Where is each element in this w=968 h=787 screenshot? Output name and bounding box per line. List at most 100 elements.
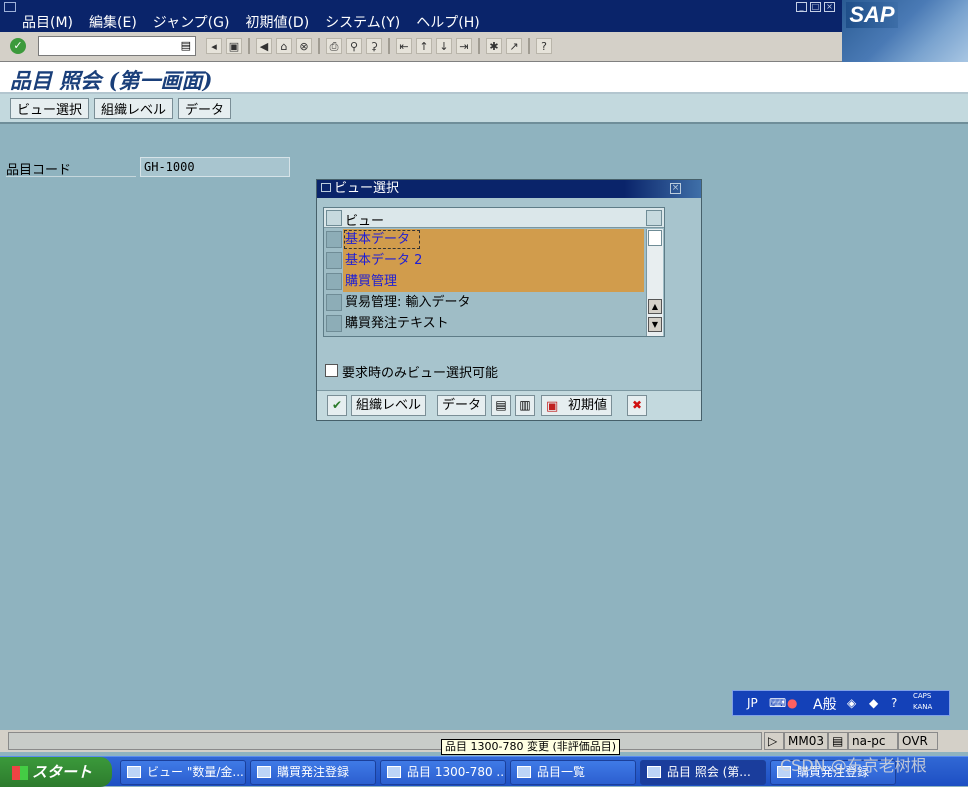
scrollbar-thumb[interactable] — [648, 230, 662, 246]
menu-item-material[interactable]: 品目(M) — [22, 12, 73, 32]
sap-logo: SAP — [842, 0, 968, 62]
row-label: 購買管理 — [343, 271, 644, 292]
status-info-icon[interactable]: ▤ — [828, 732, 848, 750]
taskbar-item-label: 購買発注登録 — [277, 765, 350, 779]
row-selector[interactable] — [326, 273, 342, 290]
minimize-icon[interactable]: _ — [796, 2, 807, 12]
menu-item-help[interactable]: ヘルプ(H) — [416, 12, 479, 32]
menu-item-defaults[interactable]: 初期値(D) — [245, 12, 309, 32]
window-buttons: _ □ × — [796, 2, 835, 12]
sap-window-icon — [387, 766, 401, 778]
taskbar-item[interactable]: 品目 照会 (第... — [640, 760, 766, 785]
keyboard-icon[interactable]: ⌨ — [769, 696, 786, 710]
deselect-all-icon[interactable]: ▥ — [515, 395, 535, 416]
close-icon[interactable]: × — [824, 2, 835, 12]
separator — [248, 38, 250, 54]
row-selector[interactable] — [326, 294, 342, 311]
command-history-icon[interactable]: ▤ — [181, 39, 191, 52]
previous-page-icon[interactable]: ↑ — [416, 38, 432, 54]
menu-items: 品目(M) 編集(E) ジャンプ(G) 初期値(D) システム(Y) ヘルプ(H… — [22, 12, 480, 32]
view-selection-button[interactable]: ビュー選択 — [10, 98, 90, 119]
material-code-field[interactable]: GH-1000 — [140, 157, 290, 177]
watermark: CSDN @东京老树根 — [780, 756, 927, 775]
maximize-icon[interactable]: □ — [810, 2, 821, 12]
sap-window-icon — [517, 766, 531, 778]
row-selector[interactable] — [326, 252, 342, 269]
menu-bar: 品目(M) 編集(E) ジャンプ(G) 初期値(D) システム(Y) ヘルプ(H… — [0, 0, 968, 32]
row-selector[interactable] — [326, 315, 342, 332]
select-all-button[interactable] — [326, 210, 342, 226]
language-indicator[interactable]: JP — [747, 696, 758, 710]
command-field[interactable]: ▤ — [38, 36, 196, 56]
start-button[interactable]: スタート — [0, 757, 112, 787]
dialog-org-level-button[interactable]: 組織レベル — [351, 395, 427, 416]
taskbar-item[interactable]: ビュー "数量/金... — [120, 760, 246, 785]
ime-help-icon[interactable]: ? — [891, 696, 897, 710]
system-menu-icon[interactable] — [4, 2, 16, 12]
taskbar-item-label: 品目一覧 — [537, 765, 586, 779]
sap-window-icon — [257, 766, 271, 778]
dialog-close-icon[interactable]: × — [670, 183, 681, 194]
dialog-defaults-button[interactable]: ▣ 初期値 — [541, 395, 613, 416]
view-table: ビュー 基本データ 1 基本データ 2 購買管理 貿易管理: 輸入データ 購買発… — [323, 207, 665, 337]
print-icon[interactable]: ⎙ — [326, 38, 342, 54]
ime-mode[interactable]: A般 — [813, 694, 837, 714]
dialog-data-button[interactable]: データ — [437, 395, 487, 416]
shortcut-icon[interactable]: ↗ — [506, 38, 522, 54]
save-icon[interactable]: ▣ — [226, 38, 242, 54]
confirm-icon[interactable]: ✔ — [327, 395, 347, 416]
scroll-down-icon[interactable]: ▼ — [648, 317, 662, 332]
scroll-up-icon[interactable]: ▲ — [648, 299, 662, 314]
server-name: na-pc — [848, 732, 898, 750]
table-row[interactable]: 基本データ 2 — [324, 250, 646, 271]
find-icon[interactable]: ⚲ — [346, 38, 362, 54]
table-settings-button[interactable] — [646, 210, 662, 226]
cancel-icon[interactable]: ⊗ — [296, 38, 312, 54]
on-demand-checkbox[interactable] — [325, 364, 338, 377]
sap-logo-text: SAP — [846, 2, 898, 28]
first-page-icon[interactable]: ⇤ — [396, 38, 412, 54]
taskbar-item[interactable]: 品目 1300-780 ... — [380, 760, 506, 785]
sap-window-icon — [127, 766, 141, 778]
cancel-icon[interactable]: ✖ — [627, 395, 647, 416]
back-icon[interactable]: ◀ — [256, 38, 272, 54]
next-page-icon[interactable]: ↓ — [436, 38, 452, 54]
taskbar-item[interactable]: 購買発注登録 — [250, 760, 376, 785]
row-selector[interactable] — [326, 231, 342, 248]
application-toolbar: ビュー選択 組織レベル データ — [0, 94, 968, 124]
enter-icon[interactable]: ✓ — [10, 38, 26, 54]
exit-icon[interactable]: ⌂ — [276, 38, 292, 54]
caps-indicator: CAPS — [913, 692, 932, 700]
table-row[interactable]: 貿易管理: 輸入データ — [324, 292, 646, 313]
windows-logo-icon — [12, 765, 28, 780]
row-label: 基本データ 1 — [343, 229, 421, 268]
table-header: ビュー — [324, 208, 664, 229]
separator — [528, 38, 530, 54]
table-row[interactable]: 購買管理 — [324, 271, 646, 292]
dialog-window-icon — [321, 183, 331, 192]
insert-mode[interactable]: OVR — [898, 732, 938, 750]
table-row[interactable]: 購買発注テキスト — [324, 313, 646, 334]
ime-dictionary-icon[interactable]: ◆ — [869, 696, 878, 710]
org-level-button[interactable]: 組織レベル — [94, 98, 174, 119]
row-label: 基本データ 2 — [343, 250, 644, 271]
ime-tool-icon[interactable]: ◈ — [847, 696, 856, 710]
menu-item-goto[interactable]: ジャンプ(G) — [153, 12, 230, 32]
last-page-icon[interactable]: ⇥ — [456, 38, 472, 54]
table-row[interactable]: 基本データ 1 — [324, 229, 646, 268]
find-next-icon[interactable]: ⚳ — [366, 38, 382, 54]
status-message — [8, 732, 762, 750]
new-session-icon[interactable]: ✱ — [486, 38, 502, 54]
status-expand-icon[interactable]: ▷ — [764, 732, 784, 750]
dialog-footer: ✔ 組織レベル データ ▤ ▥ ▣ 初期値 ✖ — [317, 390, 701, 420]
arrow-left-icon[interactable]: ◂ — [206, 38, 222, 54]
data-button[interactable]: データ — [178, 98, 232, 119]
table-scrollbar[interactable]: ▲ ▼ — [646, 229, 663, 336]
menu-item-system[interactable]: システム(Y) — [325, 12, 400, 32]
help-icon[interactable]: ? — [536, 38, 552, 54]
menu-item-edit[interactable]: 編集(E) — [89, 12, 137, 32]
ime-pad-icon[interactable]: ● — [787, 696, 797, 710]
taskbar-item-label: 品目 照会 (第... — [667, 765, 751, 779]
taskbar-item[interactable]: 品目一覧 — [510, 760, 636, 785]
select-all-icon[interactable]: ▤ — [491, 395, 511, 416]
